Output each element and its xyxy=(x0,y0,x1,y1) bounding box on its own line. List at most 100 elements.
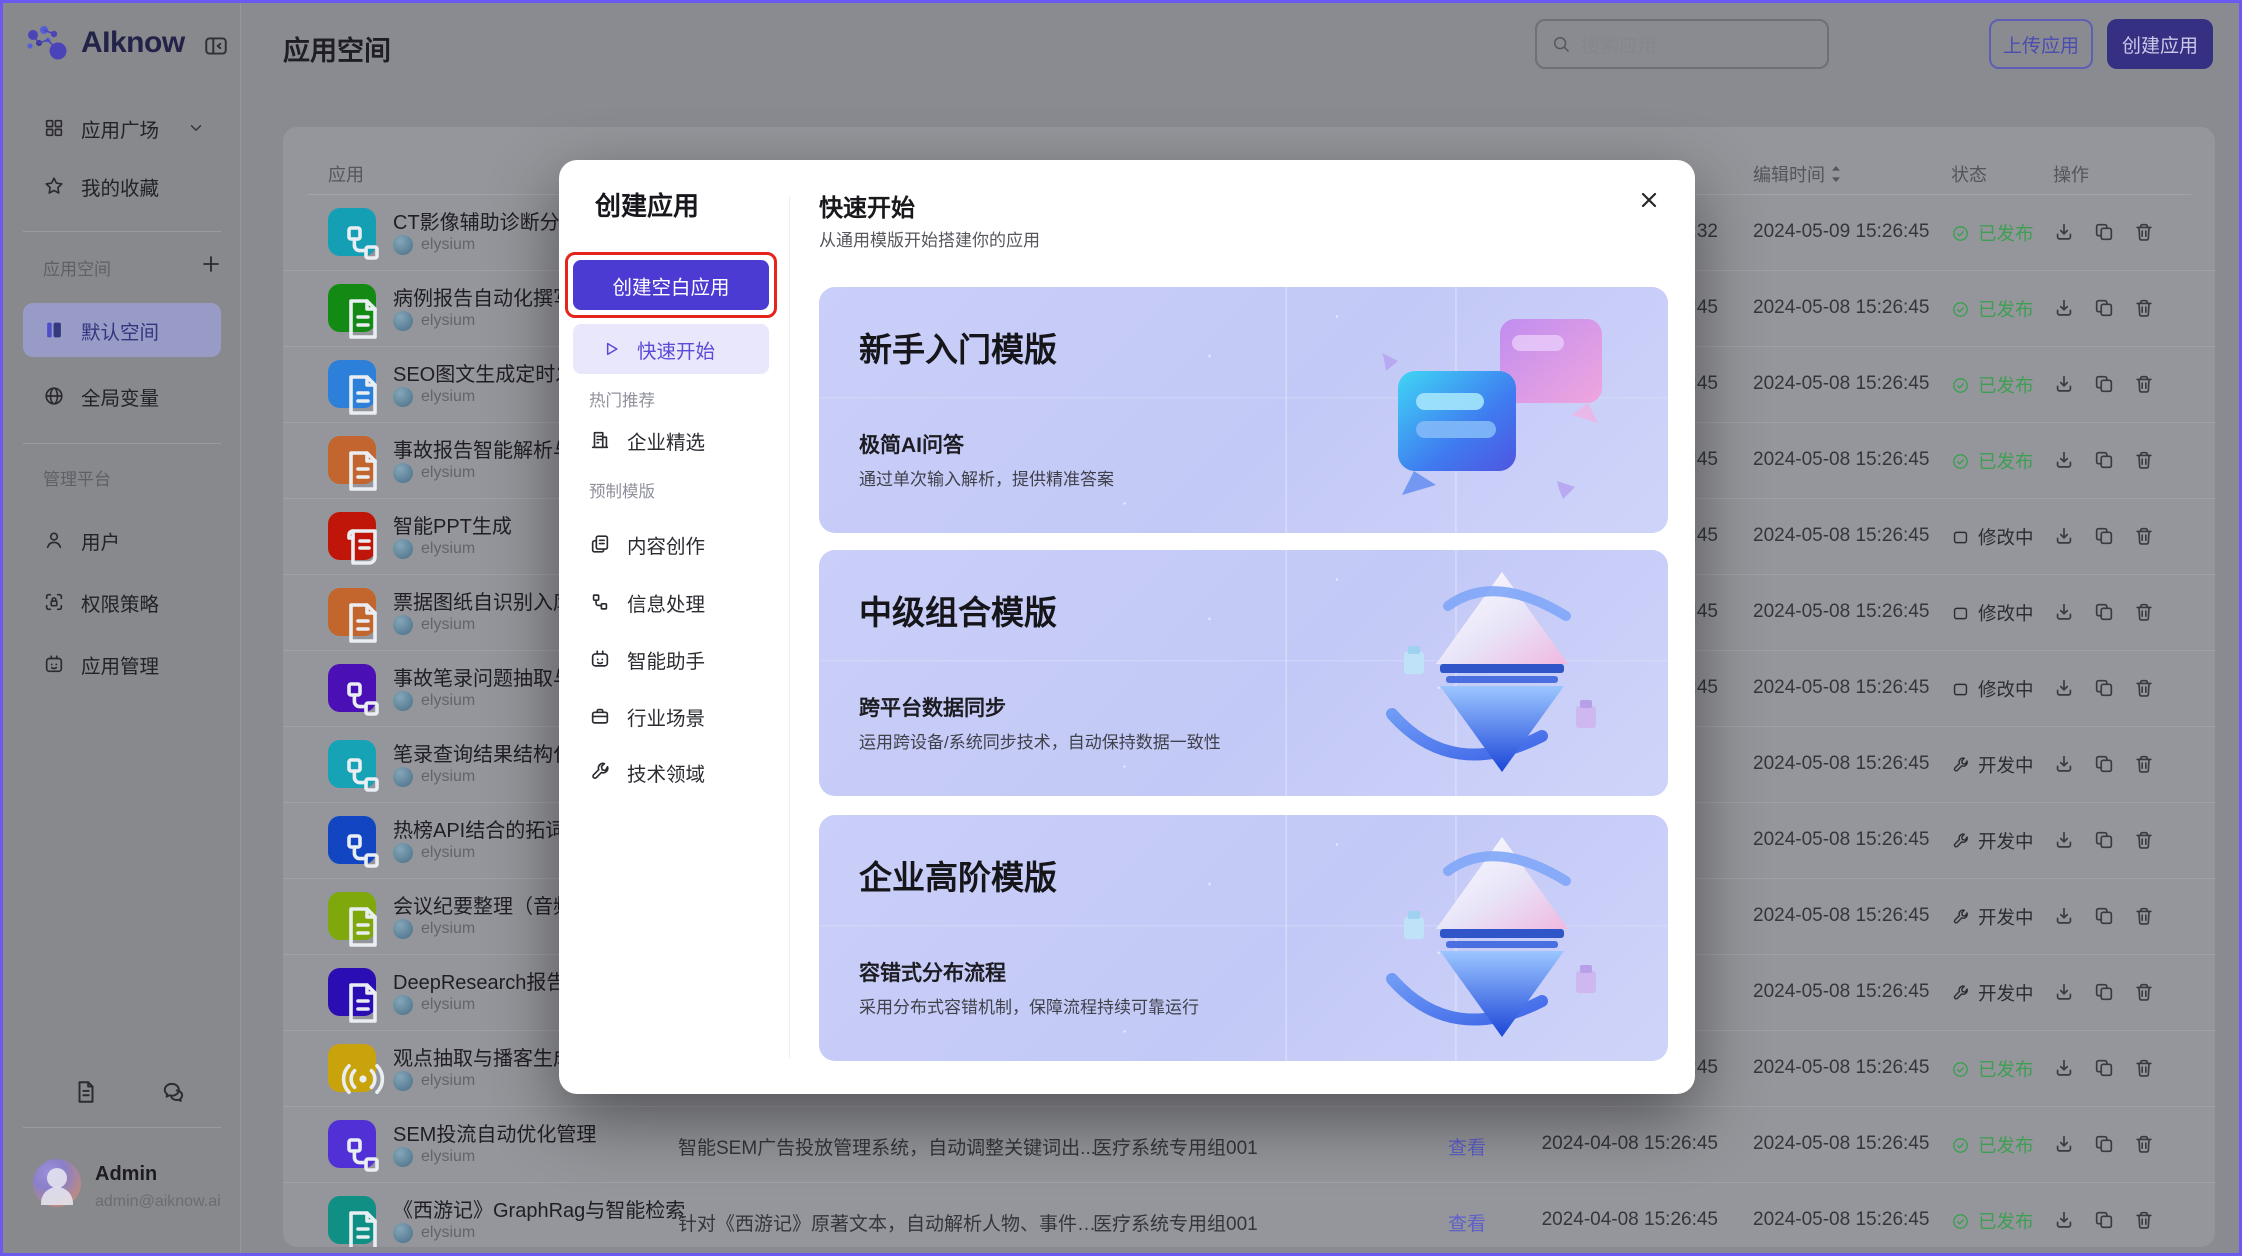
trash-icon[interactable] xyxy=(2133,1057,2155,1079)
trash-icon[interactable] xyxy=(2133,905,2155,927)
trash-icon[interactable] xyxy=(2133,829,2155,851)
download-icon[interactable] xyxy=(2053,981,2075,1003)
copy-icon[interactable] xyxy=(2093,753,2115,775)
menu-item-wrench[interactable]: 技术领域 xyxy=(589,750,769,794)
copy-icon[interactable] xyxy=(2093,1057,2115,1079)
close-icon[interactable] xyxy=(1637,188,1661,212)
download-icon[interactable] xyxy=(2053,373,2075,395)
trash-icon[interactable] xyxy=(2133,753,2155,775)
edit-time: 2024-05-08 15:26:45 xyxy=(1753,753,1929,775)
trash-icon[interactable] xyxy=(2133,981,2155,1003)
sidebar-item-app-management[interactable]: 应用管理 xyxy=(23,643,221,685)
table-row[interactable]: SEM投流自动优化管理 elysium 智能SEM广告投放管理系统，自动调整关键… xyxy=(283,1107,2215,1183)
card-title: 企业高阶模版 xyxy=(859,851,1057,899)
app-name: CT影像辅助诊断分析 xyxy=(393,206,580,235)
wrench-icon xyxy=(1951,984,1970,1003)
sidebar-item-favorites[interactable]: 我的收藏 xyxy=(23,165,221,207)
trash-icon[interactable] xyxy=(2133,449,2155,471)
app-owner: elysium xyxy=(393,1147,475,1167)
doc-app-icon xyxy=(328,436,376,484)
menu-item-label: 快速开始 xyxy=(637,335,715,364)
view-link[interactable]: 查看 xyxy=(1448,1209,1486,1236)
wechat-icon[interactable] xyxy=(161,1079,187,1105)
owner-avatar xyxy=(393,843,413,863)
table-row[interactable]: 《西游记》GraphRag与智能检索 elysium 针对《西游记》原著文本，自… xyxy=(283,1183,2215,1247)
menu-item-building[interactable]: 企业精选 xyxy=(589,418,769,462)
sort-icon[interactable] xyxy=(1829,165,1843,181)
copy-icon[interactable] xyxy=(2093,601,2115,623)
copy-icon[interactable] xyxy=(2093,297,2115,319)
owner-avatar xyxy=(393,995,413,1015)
trash-icon[interactable] xyxy=(2133,221,2155,243)
create-app-button[interactable]: 创建应用 xyxy=(2107,19,2213,69)
doc-app-icon xyxy=(328,360,376,408)
trash-icon[interactable] xyxy=(2133,525,2155,547)
copy-icon[interactable] xyxy=(2093,829,2115,851)
trash-icon[interactable] xyxy=(2133,601,2155,623)
app-owner: elysium xyxy=(393,919,475,939)
menu-section-label: 预制模版 xyxy=(589,478,655,502)
copy-icon[interactable] xyxy=(2093,221,2115,243)
upload-app-button[interactable]: 上传应用 xyxy=(1989,19,2093,69)
add-space-button[interactable] xyxy=(199,252,223,276)
trash-icon[interactable] xyxy=(2133,297,2155,319)
sidebar-item-default-space[interactable]: 默认空间 xyxy=(23,303,221,357)
copy-icon[interactable] xyxy=(2093,1133,2115,1155)
flow-app-icon xyxy=(328,1120,376,1168)
copy-icon[interactable] xyxy=(2093,981,2115,1003)
download-icon[interactable] xyxy=(2053,449,2075,471)
copy-icon[interactable] xyxy=(2093,1209,2115,1231)
download-icon[interactable] xyxy=(2053,297,2075,319)
flow-app-icon xyxy=(328,740,376,788)
owner-avatar xyxy=(393,767,413,787)
view-link[interactable]: 查看 xyxy=(1448,1133,1486,1160)
download-icon[interactable] xyxy=(2053,753,2075,775)
template-card[interactable]: 企业高阶模版 容错式分布流程 采用分布式容错机制，保障流程持续可靠运行 xyxy=(819,815,1668,1061)
app-owner: elysium xyxy=(393,691,475,711)
avatar[interactable] xyxy=(33,1159,81,1207)
download-icon[interactable] xyxy=(2053,677,2075,699)
download-icon[interactable] xyxy=(2053,1209,2075,1231)
menu-item-clipboard[interactable]: 内容创作 xyxy=(589,522,769,566)
template-card[interactable]: 中级组合模版 跨平台数据同步 运用跨设备/系统同步技术，自动保持数据一致性 xyxy=(819,550,1668,796)
menu-item-briefcase[interactable]: 行业场景 xyxy=(589,694,769,738)
download-icon[interactable] xyxy=(2053,905,2075,927)
sidebar-item-app-plaza[interactable]: 应用广场 xyxy=(23,107,221,149)
column-header-edit-time[interactable]: 编辑时间 xyxy=(1753,161,1843,187)
create-blank-app-button[interactable]: 创建空白应用 xyxy=(573,260,769,310)
copy-icon[interactable] xyxy=(2093,373,2115,395)
download-icon[interactable] xyxy=(2053,1057,2075,1079)
status-badge: 已发布 xyxy=(1951,448,2034,474)
search-input[interactable]: 搜索应用 xyxy=(1535,19,1829,69)
trash-icon[interactable] xyxy=(2133,1133,2155,1155)
template-card[interactable]: 新手入门模版 极简AI问答 通过单次输入解析，提供精准答案 xyxy=(819,287,1668,533)
download-icon[interactable] xyxy=(2053,1133,2075,1155)
status-label: 已发布 xyxy=(1978,220,2034,246)
sidebar-item-permissions[interactable]: 权限策略 xyxy=(23,581,221,623)
menu-item-flow[interactable]: 信息处理 xyxy=(589,580,769,624)
trash-icon[interactable] xyxy=(2133,373,2155,395)
download-icon[interactable] xyxy=(2053,525,2075,547)
sidebar-item-global-vars[interactable]: 全局变量 xyxy=(23,375,221,417)
copy-icon[interactable] xyxy=(2093,905,2115,927)
trash-icon[interactable] xyxy=(2133,1209,2155,1231)
copy-icon[interactable] xyxy=(2093,525,2115,547)
download-icon[interactable] xyxy=(2053,829,2075,851)
sidebar-item-label: 用户 xyxy=(81,526,120,555)
menu-item-bot[interactable]: 智能助手 xyxy=(589,637,769,681)
trash-icon[interactable] xyxy=(2133,677,2155,699)
check-circle-icon xyxy=(1951,1060,1970,1079)
document-icon[interactable] xyxy=(73,1079,99,1105)
flow-app-icon xyxy=(328,816,376,864)
panel-title: 快速开始 xyxy=(819,188,915,223)
row-actions xyxy=(2053,905,2155,927)
row-actions xyxy=(2053,373,2155,395)
status-label: 已发布 xyxy=(1978,1208,2034,1234)
sidebar-item-users[interactable]: 用户 xyxy=(23,519,221,561)
sidebar-collapse-icon[interactable] xyxy=(203,33,229,59)
copy-icon[interactable] xyxy=(2093,449,2115,471)
copy-icon[interactable] xyxy=(2093,677,2115,699)
download-icon[interactable] xyxy=(2053,601,2075,623)
download-icon[interactable] xyxy=(2053,221,2075,243)
menu-item-quick-start[interactable]: 快速开始 xyxy=(573,324,769,374)
